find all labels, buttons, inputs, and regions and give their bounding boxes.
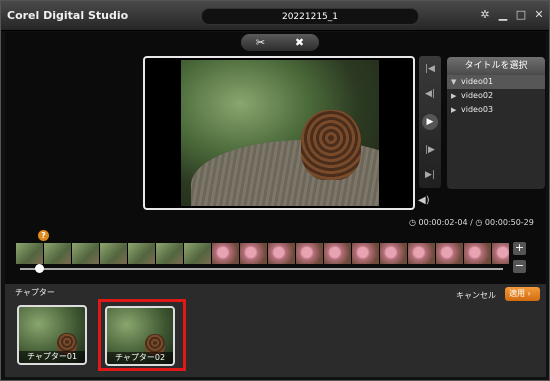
app-window: Corel Digital Studio 20221215_1 ✲ ▁ □ ✕ … (0, 0, 550, 381)
chapter-caption: チャプター01 (19, 351, 85, 363)
title-item-video03[interactable]: ▶ video03 (447, 103, 545, 117)
timeline-frame[interactable] (184, 243, 212, 264)
video-frame (181, 60, 379, 206)
maximize-button[interactable]: □ (515, 9, 527, 21)
apply-button[interactable]: 適用 › (505, 287, 540, 301)
timeline-frame[interactable] (212, 243, 240, 264)
collapse-icon: ▶ (451, 92, 457, 100)
apply-label: 適用 (509, 289, 525, 298)
main-area: ✂ ✖ |◀ ◀| ▶ |▶ ▶| ◀) タイトルを選択 ▼ video01 ▶ v… (5, 32, 546, 284)
project-name-field[interactable]: 20221215_1 (201, 8, 419, 25)
timeline-frame[interactable] (464, 243, 492, 264)
chapter-panel: チャプター キャンセル 適用 › チャプター01 チャプター02 (5, 284, 546, 377)
current-time: 00:00:02-04 (418, 218, 468, 227)
timeline-frame[interactable] (408, 243, 436, 264)
timeline-frame[interactable] (240, 243, 268, 264)
timeline-frame[interactable] (492, 243, 509, 264)
step-forward-icon[interactable]: |▶ (425, 145, 435, 155)
timeline-track[interactable] (20, 268, 503, 270)
zoom-in-button[interactable]: + (513, 242, 526, 255)
cancel-button[interactable]: キャンセル (456, 290, 496, 301)
clock-icon: ◷ (409, 218, 416, 227)
timeline-frame[interactable] (72, 243, 100, 264)
video-preview[interactable] (143, 56, 415, 210)
timeline-frame[interactable] (436, 243, 464, 264)
settings-icon[interactable]: ✲ (479, 9, 491, 21)
pinecone-image (301, 110, 361, 180)
app-title: Corel Digital Studio (7, 9, 129, 22)
chapter-caption: チャプター02 (107, 352, 173, 364)
playback-controls: |◀ ◀| ▶ |▶ ▶| (419, 56, 441, 188)
playhead-handle[interactable] (35, 264, 45, 273)
timeline-frame[interactable] (44, 243, 72, 264)
timeline-frame[interactable] (352, 243, 380, 264)
timeline-frame[interactable] (16, 243, 44, 264)
timeline-frame[interactable] (268, 243, 296, 264)
trim-icon[interactable]: ✂ (256, 36, 265, 49)
skip-end-icon[interactable]: ▶| (425, 170, 435, 180)
arrow-right-icon: › (527, 289, 531, 298)
timeline-frame[interactable] (128, 243, 156, 264)
timeline-filmstrip[interactable] (16, 243, 509, 264)
timeline-frame[interactable] (156, 243, 184, 264)
timeline-frame[interactable] (100, 243, 128, 264)
chapter-thumbnail[interactable]: チャプター01 (17, 305, 87, 365)
title-item-label: video01 (461, 77, 494, 86)
total-time: 00:00:50-29 (484, 218, 534, 227)
timecode: ◷ 00:00:02-04 / ◷ 00:00:50-29 (409, 218, 534, 227)
expand-icon: ▼ (451, 78, 457, 86)
minimize-button[interactable]: ▁ (497, 9, 509, 21)
title-item-label: video03 (461, 105, 494, 114)
timeline-frame[interactable] (380, 243, 408, 264)
title-bar: Corel Digital Studio 20221215_1 ✲ ▁ □ ✕ (1, 1, 549, 31)
timeline-frame[interactable] (324, 243, 352, 264)
time-separator: / (470, 218, 473, 227)
remove-icon[interactable]: ✖ (295, 36, 304, 49)
title-item-video01[interactable]: ▼ video01 (447, 75, 545, 89)
chapter-marker-icon[interactable]: ? (38, 230, 49, 241)
title-list: タイトルを選択 ▼ video01 ▶ video02 ▶ video03 (447, 57, 545, 189)
collapse-icon: ▶ (451, 106, 457, 114)
chapter-label: チャプター (15, 288, 55, 297)
title-item-video02[interactable]: ▶ video02 (447, 89, 545, 103)
timeline-frame[interactable] (296, 243, 324, 264)
skip-start-icon[interactable]: |◀ (425, 64, 435, 74)
view-toggle: ✂ ✖ (241, 34, 319, 51)
play-icon[interactable]: ▶ (422, 113, 438, 130)
zoom-out-button[interactable]: − (513, 260, 526, 273)
title-list-header: タイトルを選択 (447, 57, 545, 75)
volume-icon[interactable]: ◀) (418, 195, 430, 206)
chapter-thumbnail-selected[interactable]: チャプター02 (105, 306, 175, 366)
clock-icon: ◷ (475, 218, 483, 227)
title-item-label: video02 (461, 91, 494, 100)
window-controls: ✲ ▁ □ ✕ (479, 9, 545, 21)
step-back-icon[interactable]: ◀| (425, 89, 435, 99)
close-button[interactable]: ✕ (533, 9, 545, 21)
